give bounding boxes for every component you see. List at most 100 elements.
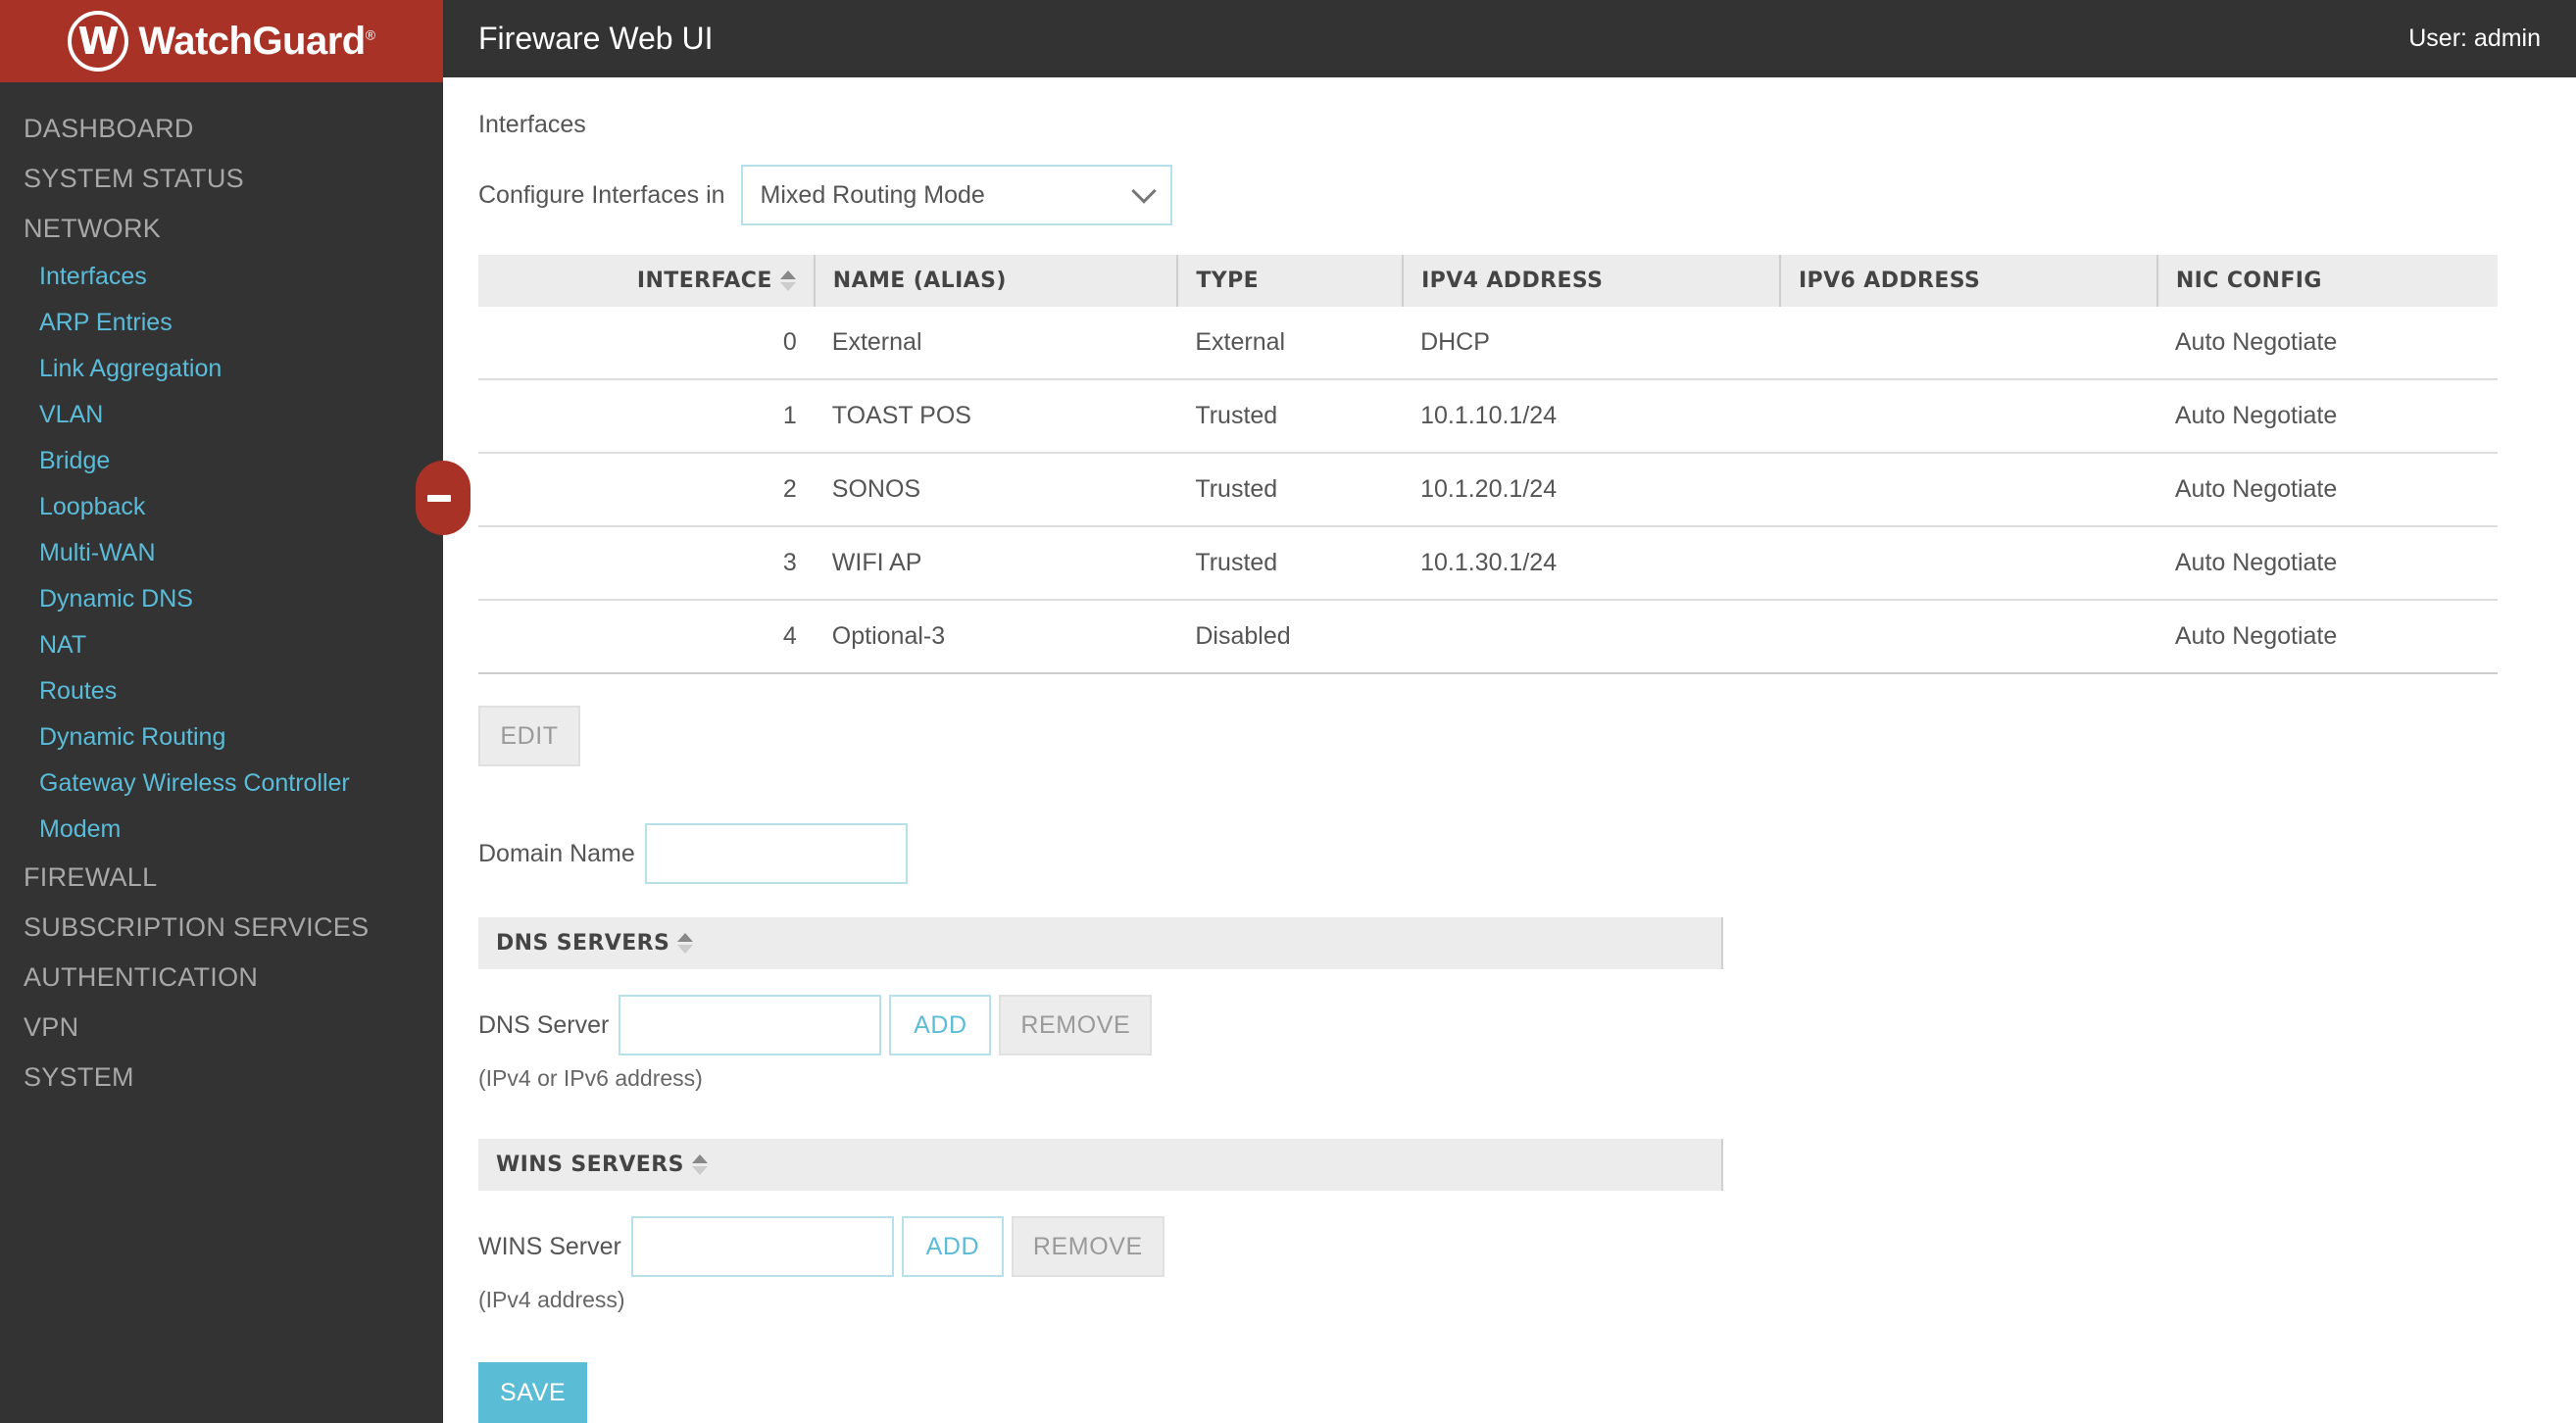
minus-icon [427,494,451,502]
cell-nic-config: Auto Negotiate [2156,600,2498,674]
sidebar-item-nat[interactable]: NAT [0,622,443,668]
dns-add-button[interactable]: ADD [889,995,992,1055]
wins-remove-button[interactable]: REMOVE [1011,1216,1164,1277]
cell-ipv6 [1779,526,2157,601]
sidebar-item-system-status[interactable]: SYSTEM STATUS [0,154,443,204]
cell-ipv4: DHCP [1403,307,1780,380]
cell-type: External [1177,307,1404,380]
cell-name: External [814,307,1178,380]
dns-server-row: DNS Server ADD REMOVE [478,995,2576,1055]
column-header-type[interactable]: TYPE [1177,255,1405,307]
cell-name: TOAST POS [814,379,1178,454]
cell-interface: 0 [478,307,815,380]
cell-nic-config: Auto Negotiate [2156,307,2498,380]
sort-indicator-icon [691,1154,708,1175]
wins-servers-section-header[interactable]: WINS SERVERS [478,1139,1723,1191]
wins-add-button[interactable]: ADD [901,1216,1004,1277]
chevron-down-icon [1130,178,1157,204]
column-header-ipv6[interactable]: IPV6 ADDRESS [1779,255,2158,307]
cell-interface: 1 [478,379,815,454]
sidebar-item-authentication[interactable]: AUTHENTICATION [0,953,443,1003]
interfaces-table-body: 0 External External DHCP Auto Negotiate 1 TOAS… [478,307,2498,674]
sidebar-item-subscription-services[interactable]: SUBSCRIPTION SERVICES [0,903,443,953]
edit-button[interactable]: EDIT [478,706,580,766]
wins-servers-title: WINS SERVERS [496,1153,684,1177]
brand-name: WatchGuard® [117,20,375,64]
cell-ipv6 [1779,600,2157,674]
dns-servers-section-header[interactable]: DNS SERVERS [478,917,1723,969]
interfaces-table: INTERFACE NAME (ALIAS) TYPE IPV4 ADDRESS… [478,255,2498,674]
sidebar-item-link-aggregation[interactable]: Link Aggregation [0,346,443,392]
cell-nic-config: Auto Negotiate [2156,379,2498,454]
sidebar-item-loopback[interactable]: Loopback [0,484,443,530]
sidebar-item-modem[interactable]: Modem [0,807,443,853]
domain-name-input[interactable] [644,823,908,884]
cell-nic-config: Auto Negotiate [2156,453,2498,527]
save-button-row: SAVE [478,1362,2576,1423]
dns-servers-title: DNS SERVERS [496,931,670,956]
cell-type: Trusted [1177,379,1404,454]
column-header-interface-label: INTERFACE [636,269,772,293]
cell-name: WIFI AP [814,526,1178,601]
cell-ipv4 [1403,600,1780,674]
sidebar-item-system[interactable]: SYSTEM [0,1053,443,1103]
save-button[interactable]: SAVE [478,1362,588,1423]
table-row[interactable]: 0 External External DHCP Auto Negotiate [478,307,2498,380]
sidebar-item-dynamic-routing[interactable]: Dynamic Routing [0,714,443,761]
sidebar-item-vlan[interactable]: VLAN [0,392,443,438]
column-header-ipv4[interactable]: IPV4 ADDRESS [1403,255,1781,307]
app-window: W WatchGuard® DASHBOARD SYSTEM STATUS NETW… [0,0,2576,1423]
column-header-nic-config[interactable]: NIC CONFIG [2156,255,2498,307]
cell-ipv6 [1779,453,2157,527]
cell-ipv6 [1779,307,2157,380]
sidebar-item-routes[interactable]: Routes [0,668,443,714]
user-label[interactable]: User: admin [2408,25,2541,53]
wins-server-input[interactable] [630,1216,894,1277]
cell-type: Trusted [1177,526,1404,601]
cell-ipv4: 10.1.30.1/24 [1403,526,1780,601]
interfaces-heading: Interfaces [478,111,586,138]
table-row[interactable]: 3 WIFI AP Trusted 10.1.30.1/24 Auto Negotiat… [478,526,2498,601]
cell-name: SONOS [814,453,1178,527]
column-header-interface[interactable]: INTERFACE [478,255,816,307]
dns-server-hint: (IPv4 or IPv6 address) [478,1065,703,1091]
cell-ipv6 [1779,379,2157,454]
sidebar-item-gateway-wireless-controller[interactable]: Gateway Wireless Controller [0,761,443,807]
sidebar-nav: DASHBOARD SYSTEM STATUS NETWORK Interfaces A… [0,82,443,1103]
column-header-name[interactable]: NAME (ALIAS) [814,255,1179,307]
sidebar-collapse-handle[interactable] [416,461,471,535]
sidebar-item-network[interactable]: NETWORK [0,204,443,254]
dns-server-input[interactable] [619,995,882,1055]
configure-interfaces-label: Configure Interfaces in [478,180,725,209]
sidebar-item-vpn[interactable]: VPN [0,1003,443,1053]
wins-server-label: WINS Server [478,1232,621,1260]
table-row[interactable]: 1 TOAST POS Trusted 10.1.10.1/24 Auto Negoti… [478,379,2498,454]
sidebar-item-firewall[interactable]: FIREWALL [0,853,443,903]
table-row[interactable]: 2 SONOS Trusted 10.1.20.1/24 Auto Negotiate [478,453,2498,527]
cell-interface: 4 [478,600,815,674]
routing-mode-select[interactable]: Mixed Routing Mode [740,165,1172,225]
edit-button-row: EDIT [478,706,2576,766]
wins-server-hint: (IPv4 address) [478,1287,625,1312]
brand-logo: W WatchGuard® [0,0,443,82]
cell-ipv4: 10.1.10.1/24 [1403,379,1780,454]
sidebar-item-multi-wan[interactable]: Multi-WAN [0,530,443,576]
cell-type: Disabled [1177,600,1404,674]
sidebar-item-dashboard[interactable]: DASHBOARD [0,104,443,154]
routing-mode-value: Mixed Routing Mode [760,180,985,209]
cell-nic-config: Auto Negotiate [2156,526,2498,601]
cell-interface: 3 [478,526,815,601]
table-row[interactable]: 4 Optional-3 Disabled Auto Negotiate [478,600,2498,674]
top-header-bar: Fireware Web UI User: admin [443,0,2576,77]
domain-name-row: Domain Name [478,823,2576,884]
configure-interfaces-row: Configure Interfaces in Mixed Routing Mo… [478,165,2576,225]
sidebar-item-arp-entries[interactable]: ARP Entries [0,300,443,346]
sidebar-item-interfaces[interactable]: Interfaces [0,254,443,300]
sidebar-item-bridge[interactable]: Bridge [0,438,443,484]
dns-remove-button[interactable]: REMOVE [999,995,1153,1055]
cell-ipv4: 10.1.20.1/24 [1403,453,1780,527]
sort-indicator-icon [677,933,694,954]
sidebar-item-dynamic-dns[interactable]: Dynamic DNS [0,576,443,622]
wins-server-row: WINS Server ADD REMOVE [478,1216,2576,1277]
content-panel: Interfaces Configure Interfaces in Mixed… [443,77,2576,1423]
